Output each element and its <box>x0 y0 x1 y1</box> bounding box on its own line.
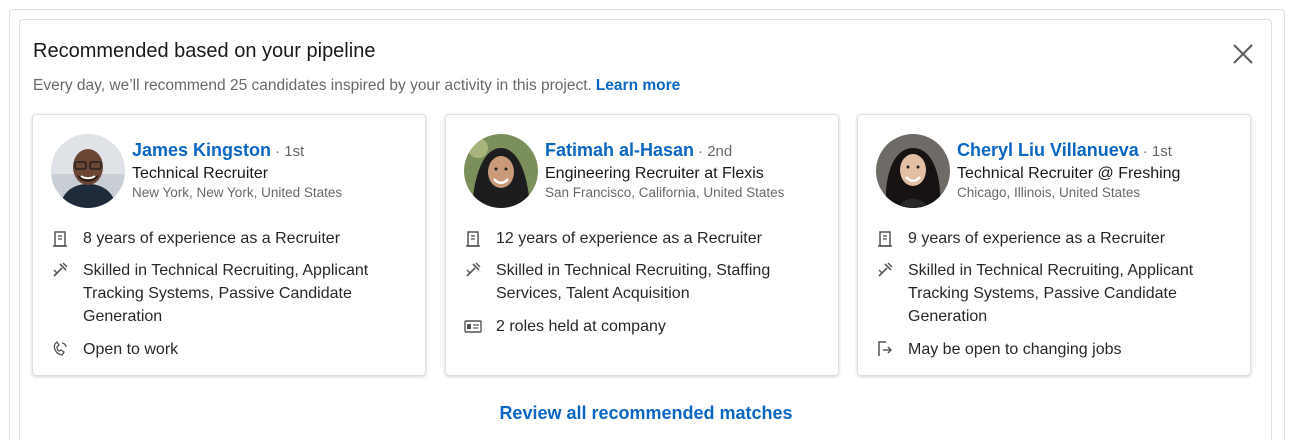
insight-experience: 9 years of experience as a Recruiter <box>908 230 1166 247</box>
insight-experience: 8 years of experience as a Recruiter <box>83 230 341 247</box>
candidate-location: New York, New York, United States <box>132 185 343 200</box>
candidate-headline: Technical Recruiter @ Freshing <box>957 165 1181 182</box>
avatar[interactable] <box>876 134 950 208</box>
candidate-name-link[interactable]: Cheryl Liu Villanueva <box>957 140 1139 160</box>
candidate-location: San Francisco, California, United States <box>545 185 785 200</box>
candidate-location: Chicago, Illinois, United States <box>957 185 1141 200</box>
connection-degree: · 2nd <box>698 143 733 160</box>
candidate-name-link[interactable]: Fatimah al-Hasan <box>545 140 694 160</box>
skills-icon <box>464 261 482 279</box>
open-to-work-icon <box>51 340 69 358</box>
insight-roles: 2 roles held at company <box>496 318 666 335</box>
close-icon <box>1233 44 1253 64</box>
id-card-icon <box>464 317 482 335</box>
skills-icon <box>876 261 894 279</box>
learn-more-link[interactable]: Learn more <box>596 77 680 94</box>
review-all-matches-link[interactable]: Review all recommended matches <box>0 403 1292 424</box>
building-icon <box>876 230 894 248</box>
avatar[interactable] <box>51 134 125 208</box>
candidate-card[interactable]: James Kingston · 1st Technical Recruiter … <box>32 114 426 376</box>
panel-title: Recommended based on your pipeline <box>33 40 376 62</box>
avatar[interactable] <box>464 134 538 208</box>
insight-status: Open to work <box>83 341 179 358</box>
candidate-headline: Engineering Recruiter at Flexis <box>545 165 764 182</box>
panel-subtitle: Every day, we’ll recommend 25 candidates… <box>33 77 680 95</box>
candidate-headline: Technical Recruiter <box>132 165 269 182</box>
building-icon <box>51 230 69 248</box>
subtitle-text: Every day, we’ll recommend 25 candidates… <box>33 77 592 94</box>
insight-skills: Skilled in Technical Recruiting, Staffin… <box>496 262 771 302</box>
connection-degree: · 1st <box>1142 143 1172 160</box>
door-exit-icon <box>876 340 894 358</box>
candidate-card[interactable]: Cheryl Liu Villanueva · 1st Technical Rec… <box>857 114 1251 376</box>
candidate-name-link[interactable]: James Kingston <box>132 140 271 160</box>
building-icon <box>464 230 482 248</box>
close-button[interactable] <box>1229 40 1257 68</box>
insight-skills: Skilled in Technical Recruiting, Applica… <box>908 262 1194 325</box>
insight-skills: Skilled in Technical Recruiting, Applica… <box>83 262 369 325</box>
insight-status: May be open to changing jobs <box>908 341 1122 358</box>
candidate-card[interactable]: Fatimah al-Hasan · 2nd Engineering Recrui… <box>445 114 839 376</box>
skills-icon <box>51 261 69 279</box>
connection-degree: · 1st <box>275 143 305 160</box>
insight-experience: 12 years of experience as a Recruiter <box>496 230 762 247</box>
